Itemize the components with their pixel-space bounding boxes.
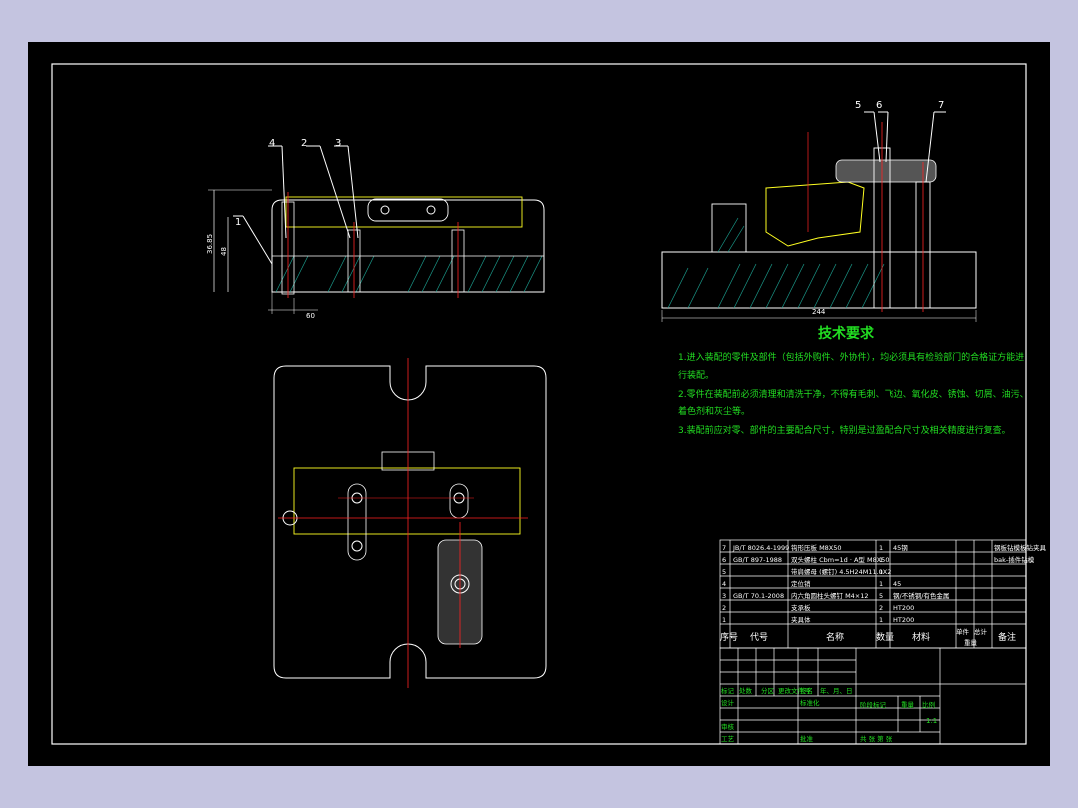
dim-48: 48	[220, 247, 228, 256]
tb-approve: 批准	[800, 734, 814, 743]
balloon-4: 4	[269, 138, 275, 149]
bom-header-qty: 数量	[876, 631, 894, 643]
bom-material: 45钢	[893, 544, 908, 552]
tb-standard: 标准化	[800, 698, 820, 707]
dim-60: 60	[306, 312, 315, 320]
bom-name: 带肩螺母 (螺钉) 4.5H24M11.0X2	[791, 567, 891, 576]
bom-qty: 1	[879, 556, 883, 564]
bom-material: 钢/不锈钢/有色金属	[893, 591, 949, 600]
top-view	[273, 358, 547, 688]
bom-no: 2	[722, 604, 726, 612]
tb-label-count: 处数	[739, 686, 753, 695]
balloon-5: 5	[855, 100, 861, 111]
balloon-2: 2	[301, 138, 307, 149]
bom-header-no: 序号	[720, 631, 738, 643]
drawing-canvas[interactable]: 4 2 3 1 36.85 48 60 5 6 7 244 技术要求 1.进入装…	[28, 42, 1050, 766]
dim-244: 244	[812, 308, 826, 316]
tb-stage: 阶段标记	[860, 700, 887, 709]
balloon-7: 7	[938, 100, 944, 111]
balloon-1: 1	[235, 217, 241, 228]
balloon-6: 6	[876, 100, 882, 111]
requirement-line-2: 行装配。	[678, 369, 714, 381]
bom-material: HT200	[893, 616, 914, 624]
bom-name: 支承板	[791, 603, 811, 612]
bom-name: 钩形压板 M8X50	[791, 543, 842, 552]
bom-side-note: bak-插件钻模	[994, 555, 1035, 564]
requirement-line-5: 3.装配前应对零、部件的主要配合尺寸，特别是过盈配合尺寸及相关精度进行复查。	[678, 424, 1011, 436]
bom-header-material: 材料	[912, 631, 930, 643]
bom-side-note: 钢板钻模板钻夹具	[994, 543, 1047, 552]
bom-name: 内六角圆柱头螺钉 M4×12	[791, 591, 869, 600]
bom-qty: 2	[879, 604, 883, 612]
requirement-line-1: 1.进入装配的零件及部件（包括外购件、外协件），均必须具有检验部门的合格证方能进	[678, 351, 1024, 363]
bom-header-total: 总计	[974, 627, 988, 636]
requirements-title: 技术要求	[818, 325, 875, 342]
cad-drawing: 4 2 3 1 36.85 48 60 5 6 7 244 技术要求 1.进入装…	[51, 63, 1047, 745]
bom-name: 定位销	[791, 579, 811, 588]
bom-code: JB/T 8026.4-1999	[732, 544, 789, 552]
tb-label-sign: 签名	[800, 686, 813, 695]
bom-code: GB/T 70.1-2008	[733, 592, 784, 600]
bom-no: 5	[722, 568, 726, 576]
tb-design: 设计	[721, 698, 735, 707]
bom-material: HT200	[893, 604, 914, 612]
bom-header-weight: 重量	[964, 639, 978, 647]
bom-header-code: 代号	[750, 632, 768, 643]
bom-qty: 1	[879, 616, 883, 624]
balloon-3: 3	[335, 138, 341, 149]
bom-qty: 5	[879, 592, 883, 600]
bom-material: 45	[893, 580, 901, 588]
bom-no: 3	[722, 592, 726, 600]
bom-no: 1	[722, 616, 726, 624]
dim-36-85: 36.85	[206, 234, 214, 254]
bom-qty: 1	[879, 580, 883, 588]
tb-label-zone: 分区	[761, 686, 775, 695]
bom-no: 7	[722, 544, 726, 552]
bom-code: GB/T 897-1988	[733, 556, 782, 564]
bom-header-remark: 备注	[998, 631, 1016, 643]
tb-review: 审核	[721, 722, 735, 731]
requirement-line-3: 2.零件在装配前必须清理和清洗干净，不得有毛刺、飞边、氧化皮、锈蚀、切屑、油污、	[678, 388, 1029, 400]
tb-weight: 重量	[901, 701, 915, 709]
bom-no: 6	[722, 556, 726, 564]
bom-qty: 1	[879, 568, 883, 576]
title-block-labels: 标记 处数 分区 更改文件号 签名 年、月、日 设计 标准化 阶段标记 重量 比…	[721, 686, 935, 743]
bom-header-name: 名称	[826, 631, 844, 643]
requirement-line-4: 着色剂和灰尘等。	[678, 405, 750, 417]
bom-header: 序号 代号 名称 数量 材料 单件 总计 重量 备注	[720, 627, 1016, 647]
tb-process: 工艺	[721, 735, 735, 743]
bom-header-single: 单件	[956, 627, 970, 636]
tb-ratio: 比例	[922, 700, 935, 709]
bom-no: 4	[722, 580, 726, 588]
bom-name: 双头螺柱 Cbm=1d · A型 M8X50	[791, 555, 889, 564]
tb-label-date: 年、月、日	[820, 686, 853, 695]
bom-name: 夹具体	[791, 615, 811, 624]
front-view-left	[208, 145, 545, 314]
front-view-right	[661, 111, 977, 322]
tb-label-mark: 标记	[721, 686, 735, 695]
title-block	[719, 647, 1027, 745]
bom-qty: 1	[879, 544, 883, 552]
tb-sheets: 共 张 第 张	[860, 734, 893, 743]
tb-scale: 1:1	[926, 717, 937, 725]
